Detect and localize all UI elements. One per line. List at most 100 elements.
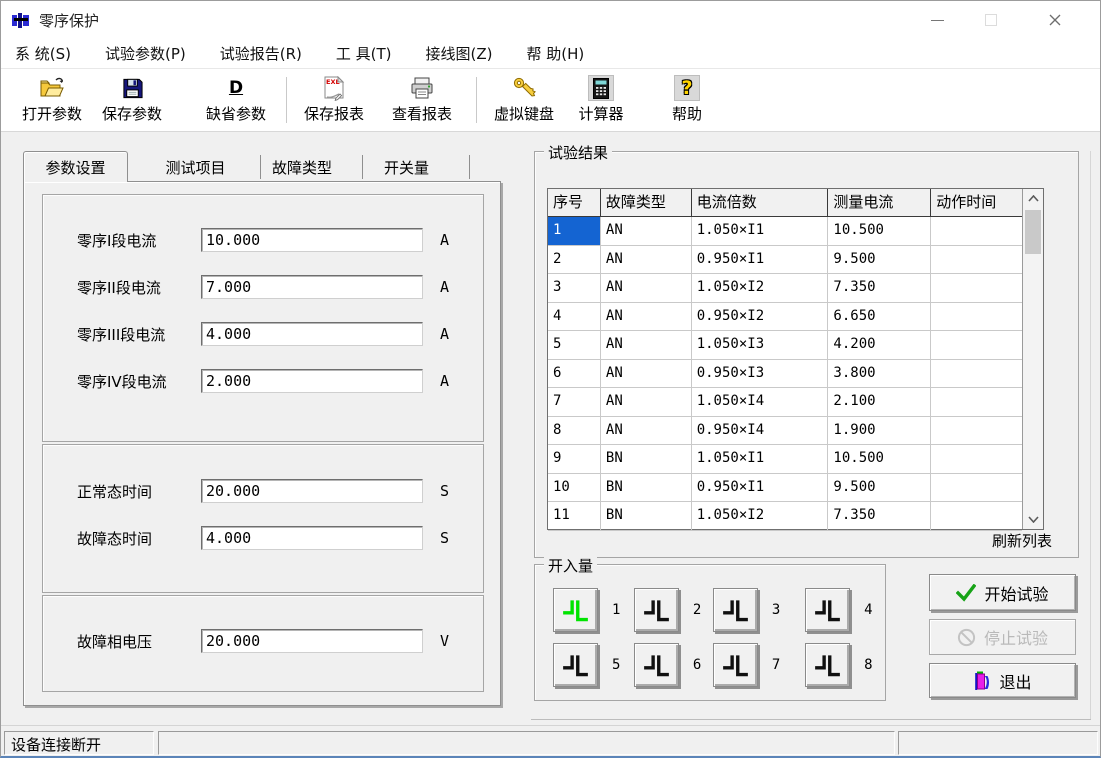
cell-seq[interactable]: 9 [548, 445, 601, 474]
view-report-button[interactable]: 查看报表 [383, 73, 461, 128]
exit-button[interactable]: 退出 [929, 663, 1076, 698]
cell-time[interactable] [931, 474, 1022, 503]
save-params-button[interactable]: 保存参数 [93, 73, 171, 128]
cell-time[interactable] [931, 388, 1022, 417]
menu-tools[interactable]: 工 具(T) [336, 43, 392, 64]
cell-fault-type[interactable]: AN [601, 417, 692, 446]
fault-phase-voltage-input[interactable] [201, 629, 423, 653]
table-row[interactable]: 11BN1.050×I27.350 [548, 502, 1022, 531]
cell-multiplier[interactable]: 1.050×I3 [692, 331, 829, 360]
cell-current[interactable]: 2.100 [828, 388, 931, 417]
cell-fault-type[interactable]: AN [601, 360, 692, 389]
cell-time[interactable] [931, 274, 1022, 303]
cell-time[interactable] [931, 303, 1022, 332]
cell-fault-type[interactable]: BN [601, 502, 692, 531]
cell-current[interactable]: 9.500 [828, 474, 931, 503]
menu-wiring-diagram[interactable]: 接线图(Z) [426, 43, 493, 64]
close-button[interactable] [1032, 1, 1078, 39]
zero-seq-3-current-input[interactable] [201, 322, 423, 346]
cell-time[interactable] [931, 246, 1022, 275]
switch-button-1[interactable] [553, 588, 598, 632]
maximize-button[interactable] [968, 1, 1014, 39]
menu-test-params[interactable]: 试验参数(P) [105, 43, 186, 64]
switch-button-6[interactable] [634, 643, 679, 687]
cell-multiplier[interactable]: 0.950×I2 [692, 303, 829, 332]
calculator-button[interactable]: 计算器 [569, 73, 633, 128]
normal-state-time-input[interactable] [201, 479, 423, 503]
cell-time[interactable] [931, 417, 1022, 446]
help-button[interactable]: ? 帮助 [659, 73, 715, 128]
cell-current[interactable]: 9.500 [828, 246, 931, 275]
cell-multiplier[interactable]: 0.950×I4 [692, 417, 829, 446]
switch-button-4[interactable] [805, 588, 850, 632]
table-row[interactable]: 4AN0.950×I26.650 [548, 303, 1022, 332]
cell-multiplier[interactable]: 1.050×I4 [692, 388, 829, 417]
cell-seq[interactable]: 10 [548, 474, 601, 503]
cell-seq[interactable]: 2 [548, 246, 601, 275]
table-row[interactable]: 10BN0.950×I19.500 [548, 474, 1022, 503]
scrollbar-thumb[interactable] [1025, 210, 1041, 254]
table-row[interactable]: 3AN1.050×I27.350 [548, 274, 1022, 303]
col-seq[interactable]: 序号 [548, 189, 601, 217]
switch-button-7[interactable] [713, 643, 758, 687]
refresh-list-button[interactable]: 刷新列表 [992, 530, 1052, 551]
cell-multiplier[interactable]: 1.050×I2 [692, 274, 829, 303]
cell-current[interactable]: 3.800 [828, 360, 931, 389]
cell-seq[interactable]: 8 [548, 417, 601, 446]
tab-param-settings[interactable]: 参数设置 [23, 151, 128, 182]
cell-fault-type[interactable]: BN [601, 474, 692, 503]
cell-time[interactable] [931, 502, 1022, 531]
switch-button-5[interactable] [553, 643, 598, 687]
cell-time[interactable] [931, 360, 1022, 389]
col-fault-type[interactable]: 故障类型 [601, 189, 692, 217]
menu-help[interactable]: 帮 助(H) [527, 43, 585, 64]
cell-time[interactable] [931, 217, 1022, 246]
table-row[interactable]: 6AN0.950×I33.800 [548, 360, 1022, 389]
col-action-time[interactable]: 动作时间 [931, 189, 1022, 217]
cell-multiplier[interactable]: 1.050×I1 [692, 445, 829, 474]
stop-test-button[interactable]: 停止试验 [929, 619, 1076, 655]
cell-current[interactable]: 6.650 [828, 303, 931, 332]
table-scrollbar[interactable] [1022, 189, 1043, 529]
scroll-up-icon[interactable] [1023, 189, 1043, 208]
cell-fault-type[interactable]: AN [601, 388, 692, 417]
start-test-button[interactable]: 开始试验 [929, 574, 1076, 611]
cell-seq[interactable]: 3 [548, 274, 601, 303]
cell-multiplier[interactable]: 1.050×I1 [692, 217, 829, 246]
table-row[interactable]: 1AN1.050×I110.500 [548, 217, 1022, 246]
save-report-button[interactable]: EXL 保存报表 [295, 73, 373, 128]
cell-current[interactable]: 10.500 [828, 217, 931, 246]
table-row[interactable]: 5AN1.050×I34.200 [548, 331, 1022, 360]
table-row[interactable]: 2AN0.950×I19.500 [548, 246, 1022, 275]
cell-seq[interactable]: 11 [548, 502, 601, 531]
cell-current[interactable]: 7.350 [828, 502, 931, 531]
cell-multiplier[interactable]: 0.950×I1 [692, 474, 829, 503]
cell-seq[interactable]: 7 [548, 388, 601, 417]
tab-switch-values[interactable]: 开关量 [344, 155, 470, 179]
col-current-multiple[interactable]: 电流倍数 [692, 189, 829, 217]
menu-test-report[interactable]: 试验报告(R) [220, 43, 302, 64]
cell-multiplier[interactable]: 0.950×I1 [692, 246, 829, 275]
cell-time[interactable] [931, 445, 1022, 474]
menu-system[interactable]: 系 统(S) [15, 43, 71, 64]
cell-fault-type[interactable]: AN [601, 274, 692, 303]
cell-current[interactable]: 4.200 [828, 331, 931, 360]
cell-seq[interactable]: 1 [548, 217, 601, 246]
default-params-button[interactable]: D 缺省参数 [195, 73, 277, 128]
cell-seq[interactable]: 6 [548, 360, 601, 389]
cell-fault-type[interactable]: AN [601, 246, 692, 275]
zero-seq-4-current-input[interactable] [201, 369, 423, 393]
col-measured-current[interactable]: 测量电流 [828, 189, 931, 217]
cell-seq[interactable]: 4 [548, 303, 601, 332]
table-row[interactable]: 7AN1.050×I42.100 [548, 388, 1022, 417]
zero-seq-1-current-input[interactable] [201, 228, 423, 252]
cell-multiplier[interactable]: 0.950×I3 [692, 360, 829, 389]
cell-seq[interactable]: 5 [548, 331, 601, 360]
cell-time[interactable] [931, 331, 1022, 360]
table-row[interactable]: 9BN1.050×I110.500 [548, 445, 1022, 474]
zero-seq-2-current-input[interactable] [201, 275, 423, 299]
switch-button-3[interactable] [713, 588, 758, 632]
table-row[interactable]: 8AN0.950×I41.900 [548, 417, 1022, 446]
scroll-down-icon[interactable] [1023, 510, 1043, 529]
cell-fault-type[interactable]: BN [601, 445, 692, 474]
